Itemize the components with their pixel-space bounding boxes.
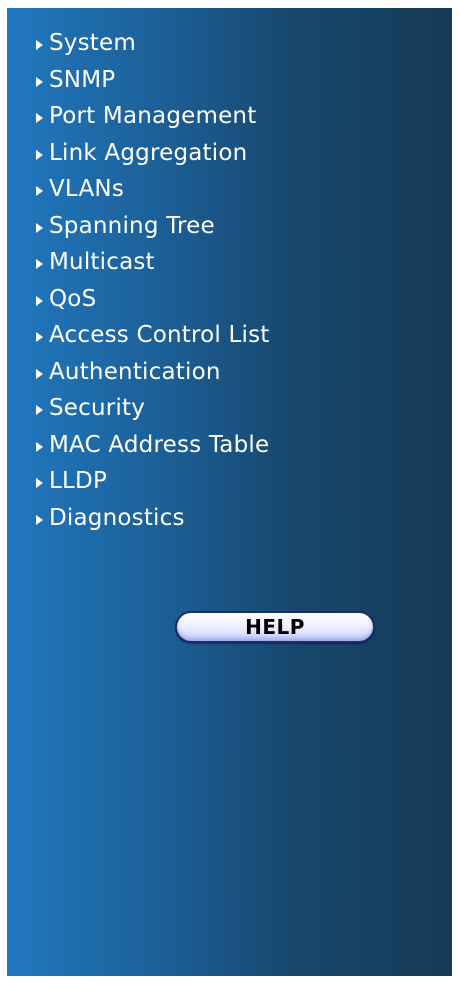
triangle-right-icon [36, 514, 43, 525]
menu-item-label: Security [49, 395, 146, 422]
menu-item-label: Access Control List [49, 322, 270, 349]
menu-item-security[interactable]: Security [36, 390, 270, 427]
triangle-right-icon [36, 259, 43, 270]
menu-item-label: SNMP [49, 66, 116, 93]
menu-item-lldp[interactable]: LLDP [36, 463, 270, 500]
menu-item-label: System [49, 30, 136, 57]
triangle-right-icon [36, 222, 43, 233]
menu-item-snmp[interactable]: SNMP [36, 62, 270, 99]
triangle-right-icon [36, 478, 43, 489]
triangle-right-icon [36, 295, 43, 306]
triangle-right-icon [36, 113, 43, 124]
menu-item-label: LLDP [49, 468, 108, 495]
menu-item-label: Link Aggregation [49, 139, 248, 166]
menu-item-link-aggregation[interactable]: Link Aggregation [36, 135, 270, 172]
help-button[interactable]: HELP [175, 611, 375, 643]
menu-item-vlans[interactable]: VLANs [36, 171, 270, 208]
menu-item-label: Port Management [49, 103, 257, 130]
help-button-label: HELP [245, 615, 305, 639]
triangle-right-icon [36, 149, 43, 160]
triangle-right-icon [36, 441, 43, 452]
menu-item-port-management[interactable]: Port Management [36, 98, 270, 135]
menu-item-diagnostics[interactable]: Diagnostics [36, 500, 270, 537]
menu-item-multicast[interactable]: Multicast [36, 244, 270, 281]
triangle-right-icon [36, 332, 43, 343]
triangle-right-icon [36, 40, 43, 51]
menu-item-label: Multicast [49, 249, 155, 276]
menu-item-label: MAC Address Table [49, 431, 270, 458]
menu-item-label: Authentication [49, 358, 221, 385]
menu-item-access-control-list[interactable]: Access Control List [36, 317, 270, 354]
menu-item-label: Diagnostics [49, 504, 185, 531]
menu-item-mac-address-table[interactable]: MAC Address Table [36, 427, 270, 464]
menu-item-label: VLANs [49, 176, 124, 203]
triangle-right-icon [36, 76, 43, 87]
menu-item-spanning-tree[interactable]: Spanning Tree [36, 208, 270, 245]
menu-item-authentication[interactable]: Authentication [36, 354, 270, 391]
menu-item-system[interactable]: System [36, 25, 270, 62]
triangle-right-icon [36, 368, 43, 379]
nav-menu: System SNMP Port Management Link Aggrega… [36, 25, 270, 536]
navigation-panel: System SNMP Port Management Link Aggrega… [7, 8, 452, 976]
triangle-right-icon [36, 186, 43, 197]
menu-item-label: QoS [49, 285, 97, 312]
menu-item-qos[interactable]: QoS [36, 281, 270, 318]
menu-item-label: Spanning Tree [49, 212, 215, 239]
triangle-right-icon [36, 405, 43, 416]
